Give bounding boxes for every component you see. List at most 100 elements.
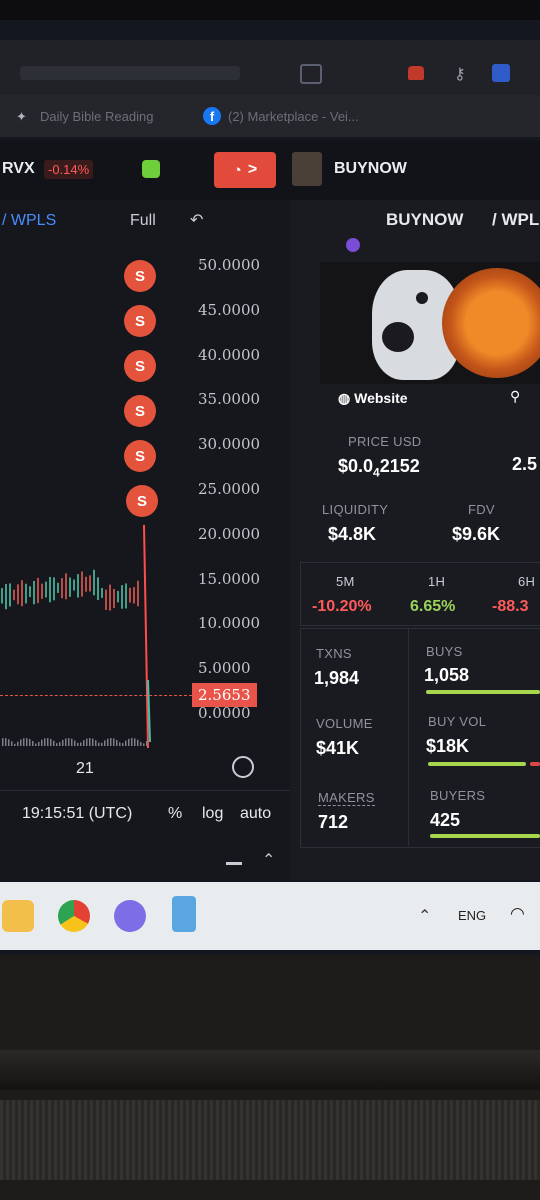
full-chart-button[interactable]: Full	[130, 212, 156, 230]
ticker-header: RVX -0.14% ◔ > BUYNOW	[0, 140, 540, 200]
tf-1h-value[interactable]: 6.65%	[410, 598, 455, 616]
buys-value: 1,058	[424, 665, 470, 685]
volume-bar	[122, 743, 124, 746]
volume-bar	[71, 738, 73, 746]
tf-6h-value[interactable]: -88.3	[492, 598, 528, 616]
profile-icon[interactable]	[492, 64, 510, 82]
volume-bar	[98, 742, 100, 746]
url-text[interactable]	[20, 66, 240, 80]
buys-bar	[426, 690, 540, 694]
sell-marker[interactable]: S	[124, 260, 156, 292]
y-tick-label: 15.0000	[198, 569, 261, 588]
notepad-icon[interactable]	[172, 896, 196, 932]
volume-bar	[143, 743, 145, 746]
file-explorer-icon[interactable]	[2, 900, 34, 932]
liquidity-label: LIQUIDITY	[322, 502, 389, 517]
volume-bar	[104, 740, 106, 746]
sell-marker[interactable]: S	[124, 305, 156, 337]
fdv-label: FDV	[468, 502, 495, 517]
sell-vol-bar	[530, 762, 540, 766]
token-info-panel: BUYNOW / WPL ◍ Website ⚲ PRICE USD $0.04…	[290, 200, 540, 880]
buy-vol-label: BUY VOL	[428, 714, 487, 729]
screen-share-icon[interactable]	[300, 64, 322, 84]
sell-marker[interactable]: S	[124, 395, 156, 427]
volume-bar	[44, 738, 46, 746]
y-tick-label: 5.0000	[198, 659, 251, 678]
windows-taskbar: ⌃ ENG ◠	[0, 882, 540, 950]
tf-5m-value[interactable]: -10.20%	[312, 598, 372, 616]
bookmark-bible[interactable]: Daily Bible Reading	[40, 109, 153, 124]
tray-chevron-icon[interactable]: ⌃	[418, 906, 431, 926]
price-usd-value: $0.042152	[338, 456, 420, 480]
makers-value: 712	[318, 812, 349, 832]
key-icon[interactable]: ⚷	[454, 64, 466, 84]
x-logo-icon[interactable]	[142, 160, 160, 178]
percent-toggle[interactable]: %	[168, 805, 182, 823]
ticker-symbol[interactable]: RVX	[2, 160, 35, 178]
volume-bar	[113, 738, 115, 746]
website-link[interactable]: ◍ Website	[338, 390, 408, 407]
volume-bar	[5, 738, 7, 746]
y-tick-label: 35.0000	[198, 390, 261, 409]
stats-divider	[408, 628, 409, 846]
volume-bar	[32, 740, 34, 746]
candlestick-plot[interactable]	[0, 480, 190, 750]
volume-bar	[77, 742, 79, 746]
price-chart-panel[interactable]: / WPLS Full ↶ 50.0000 45.0000 40.0000 35.00…	[0, 200, 290, 880]
volume-bar	[110, 738, 112, 746]
makers-label: MAKERS	[318, 790, 375, 806]
volume-value: $41K	[316, 738, 360, 758]
trending-button[interactable]: ◔ >	[214, 152, 276, 188]
y-tick-label: 45.0000	[198, 300, 261, 319]
chart-time: 19:15:51 (UTC)	[22, 805, 133, 822]
volume-bar	[20, 739, 22, 746]
chevron-up-icon[interactable]: ⌃	[262, 850, 275, 870]
txns-label: TXNS	[316, 646, 352, 661]
bookmark-icon: ✦	[16, 109, 27, 124]
language-indicator[interactable]: ENG	[458, 908, 486, 923]
volume-bar	[2, 738, 4, 746]
auto-toggle[interactable]: auto	[240, 805, 271, 823]
volume-bar	[62, 739, 64, 746]
log-toggle[interactable]: log	[202, 805, 223, 823]
volume-bar	[23, 738, 25, 746]
header-token-name[interactable]: BUYNOW	[334, 160, 407, 178]
facebook-icon: f	[203, 107, 221, 125]
chart-settings-icon[interactable]	[232, 756, 254, 778]
token-pair-suffix: / WPL	[492, 210, 540, 229]
buyers-value: 425	[430, 810, 461, 830]
volume-bar	[80, 742, 82, 746]
volume-bar	[14, 743, 16, 746]
undo-icon[interactable]: ↶	[190, 210, 203, 230]
y-tick-label: 25.0000	[198, 480, 261, 498]
tf-5m-label[interactable]: 5M	[336, 574, 355, 589]
txns-value: 1,984	[314, 668, 360, 688]
extension-icon[interactable]	[408, 66, 424, 80]
volume-bar	[17, 741, 19, 746]
sell-marker[interactable]: S	[124, 440, 156, 472]
volume-bar	[92, 738, 94, 746]
sell-marker[interactable]: S	[124, 350, 156, 382]
user-icon[interactable]: ⚲	[510, 388, 520, 405]
fdv-value: $9.6K	[452, 524, 501, 544]
volume-bar	[134, 738, 136, 746]
volume-bar	[50, 738, 52, 746]
buy-vol-bar	[428, 762, 526, 766]
token-title: BUYNOW	[386, 210, 464, 229]
y-tick-label: 20.0000	[198, 524, 261, 543]
volume-bar	[95, 740, 97, 746]
wifi-icon[interactable]: ◠	[510, 904, 525, 924]
volume-bars	[2, 738, 148, 746]
volume-bar	[101, 742, 103, 746]
minimize-icon[interactable]	[226, 862, 242, 865]
volume-bar	[38, 741, 40, 746]
trending-chevron: >	[247, 161, 258, 178]
tf-1h-label[interactable]: 1H	[428, 574, 445, 589]
buyers-bar	[430, 834, 540, 838]
chrome-icon[interactable]	[58, 900, 90, 932]
app-icon[interactable]	[114, 900, 146, 932]
chart-pair[interactable]: / WPLS	[2, 212, 56, 230]
tf-6h-label[interactable]: 6H	[518, 574, 535, 589]
bookmark-marketplace[interactable]: (2) Marketplace - Vei...	[228, 109, 359, 124]
volume-bar	[59, 742, 61, 746]
